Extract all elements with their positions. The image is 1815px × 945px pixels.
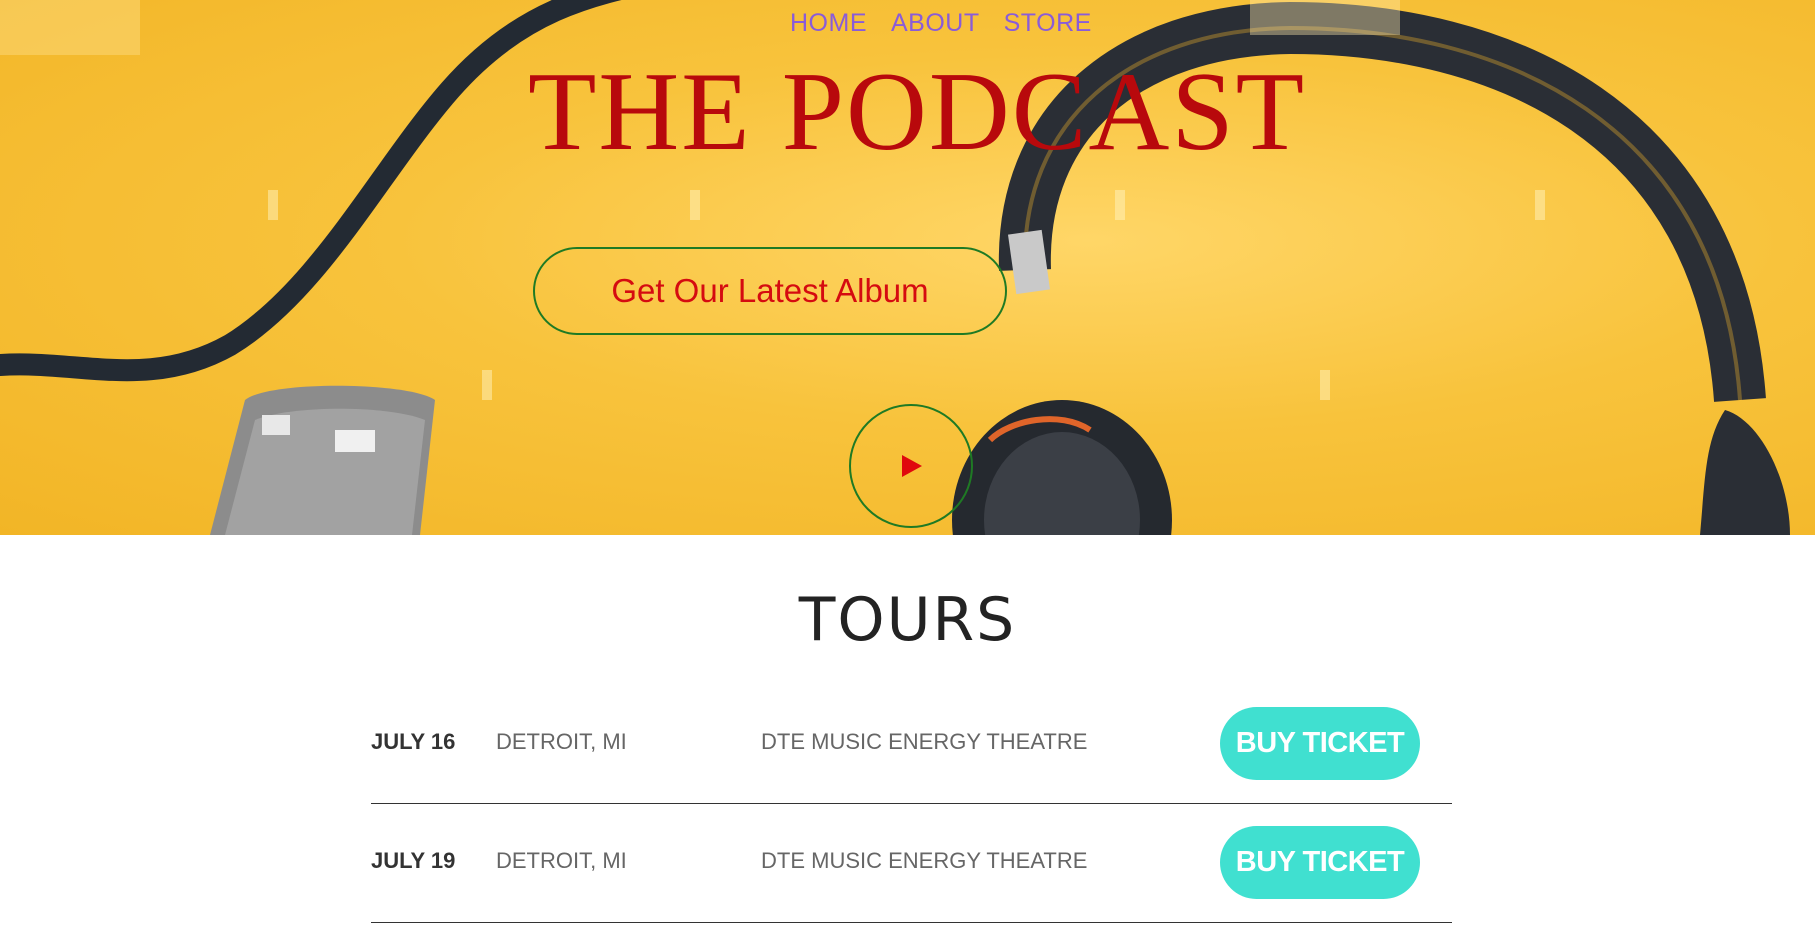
play-icon bbox=[902, 455, 922, 477]
nav-about-link[interactable]: ABOUT bbox=[891, 9, 980, 38]
headphone-right-cup bbox=[1700, 410, 1790, 535]
main-nav: HOME ABOUT STORE bbox=[790, 6, 1092, 40]
tour-date: JULY 19 bbox=[371, 848, 456, 873]
buy-ticket-button[interactable]: BUY TICKET bbox=[1220, 826, 1420, 899]
tour-venue: DTE MUSIC ENERGY THEATRE bbox=[761, 848, 1088, 873]
tour-row: JULY 19 DETROIT, MI DTE MUSIC ENERGY THE… bbox=[371, 804, 1452, 923]
hero-banner: HOME ABOUT STORE THE PODCAST Get Our Lat… bbox=[0, 0, 1815, 535]
tour-venue: DTE MUSIC ENERGY THEATRE bbox=[761, 729, 1088, 754]
hero-title: THE PODCAST bbox=[528, 50, 1307, 174]
buy-ticket-button[interactable]: BUY TICKET bbox=[1220, 707, 1420, 780]
tour-city: DETROIT, MI bbox=[496, 729, 627, 754]
nav-store-link[interactable]: STORE bbox=[1004, 9, 1092, 38]
play-button[interactable] bbox=[849, 404, 973, 528]
nav-home-link[interactable]: HOME bbox=[790, 9, 867, 38]
tour-date: JULY 16 bbox=[371, 729, 456, 754]
tour-city: DETROIT, MI bbox=[496, 848, 627, 873]
tours-heading: TOURS bbox=[798, 585, 1017, 655]
tour-row: JULY 16 DETROIT, MI DTE MUSIC ENERGY THE… bbox=[371, 685, 1452, 804]
get-latest-album-button[interactable]: Get Our Latest Album bbox=[533, 247, 1007, 335]
